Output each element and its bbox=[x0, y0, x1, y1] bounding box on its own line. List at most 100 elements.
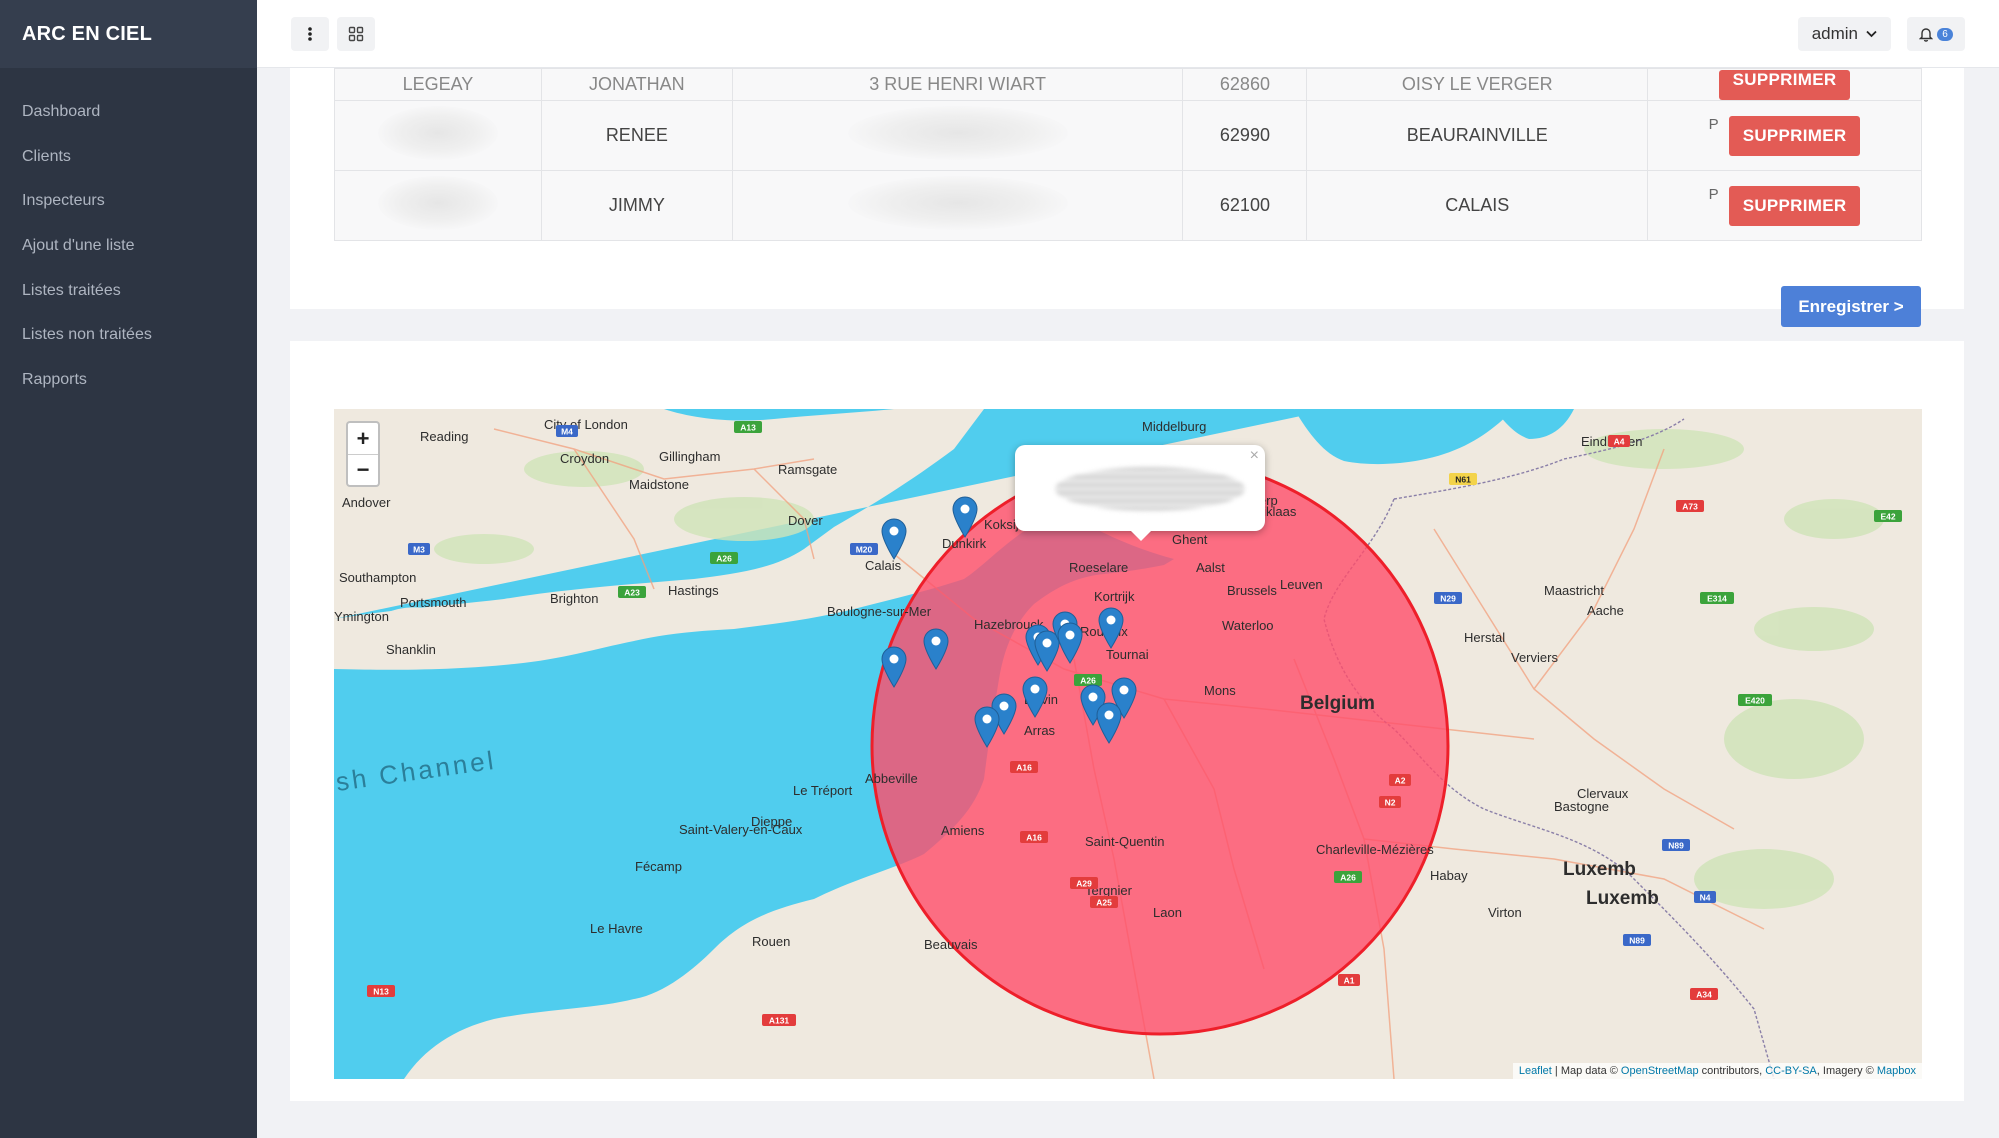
map-label: Middelburg bbox=[1142, 419, 1206, 434]
leaflet-link[interactable]: Leaflet bbox=[1519, 1065, 1552, 1077]
road-shield-label: A34 bbox=[1696, 990, 1712, 1000]
apps-grid-button[interactable] bbox=[337, 17, 375, 51]
road-shield-label: N2 bbox=[1385, 798, 1396, 808]
map-card: City of London Reading Croydon Gillingham Ma… bbox=[290, 341, 1964, 1101]
road-shield-label: N89 bbox=[1629, 936, 1645, 946]
sidebar-item-inspecteurs[interactable]: Inspecteurs bbox=[0, 179, 257, 224]
popup-close-button[interactable]: × bbox=[1250, 447, 1259, 465]
popup-tip bbox=[1129, 529, 1153, 541]
map-label: Arras bbox=[1024, 723, 1056, 738]
mapbox-link[interactable]: Mapbox bbox=[1877, 1065, 1916, 1077]
table-cell-adresse bbox=[731, 170, 1184, 241]
road-shield-label: N4 bbox=[1700, 893, 1711, 903]
more-options-button[interactable] bbox=[291, 17, 329, 51]
map-label: Dunkirk bbox=[942, 536, 987, 551]
delete-button[interactable]: SUPPRIMER bbox=[1728, 185, 1861, 226]
table-cell-ville: OISY LE VERGER bbox=[1306, 68, 1649, 101]
map-label: Ymington bbox=[334, 609, 389, 624]
road-shield-label: N89 bbox=[1668, 841, 1684, 851]
table-cell-cp: 62100 bbox=[1182, 170, 1308, 241]
road-shield-label: E42 bbox=[1880, 512, 1895, 522]
map-label: Charleville-Mézières bbox=[1316, 842, 1434, 857]
map-label: Belgium bbox=[1300, 693, 1375, 714]
map-label: Dover bbox=[788, 513, 823, 528]
sidebar-item-listes-traitees[interactable]: Listes traitées bbox=[0, 268, 257, 313]
road-shield-label: A13 bbox=[740, 423, 756, 433]
map-attribution: Leaflet | Map data © OpenStreetMap contr… bbox=[1512, 1063, 1922, 1079]
map-label: Verviers bbox=[1511, 650, 1558, 665]
map-label: Beauvais bbox=[924, 937, 978, 952]
table-cell-action: P SUPPRIMER bbox=[1647, 170, 1922, 241]
map-label: Mons bbox=[1204, 683, 1236, 698]
osm-link[interactable]: OpenStreetMap bbox=[1621, 1065, 1699, 1077]
brand-logo[interactable]: ARC EN CIEL bbox=[0, 0, 257, 68]
road-shield-label: A25 bbox=[1096, 898, 1112, 908]
map-label: Virton bbox=[1488, 905, 1522, 920]
road-shield-label: A131 bbox=[769, 1016, 790, 1026]
table-cell-cp: 62860 bbox=[1182, 68, 1308, 101]
map-label: Calais bbox=[865, 558, 902, 573]
table-cell-action: SUPPRIMER bbox=[1647, 68, 1922, 101]
map-popup: × bbox=[1015, 445, 1265, 531]
road-shield-label: A16 bbox=[1026, 833, 1042, 843]
table-cell-ville: BEAURAINVILLE bbox=[1306, 100, 1649, 171]
road-shield-label: A16 bbox=[1016, 763, 1032, 773]
delete-button[interactable]: SUPPRIMER bbox=[1718, 70, 1851, 100]
map-label: Boulogne-sur-Mer bbox=[827, 604, 932, 619]
map-label: Amiens bbox=[941, 823, 985, 838]
map-label: Leuven bbox=[1280, 577, 1323, 592]
map-label: Croydon bbox=[560, 451, 609, 466]
map-label: Saint-Valery-en-Caux bbox=[679, 822, 803, 837]
sidebar-nav: Dashboard Clients Inspecteurs Ajout d'un… bbox=[0, 90, 257, 402]
user-menu-button[interactable]: admin bbox=[1797, 17, 1891, 51]
map[interactable]: City of London Reading Croydon Gillingham Ma… bbox=[334, 409, 1922, 1079]
delete-button[interactable]: SUPPRIMER bbox=[1728, 115, 1861, 156]
table-cell-prenom: RENEE bbox=[540, 100, 733, 171]
table-cell-nom bbox=[334, 170, 542, 241]
map-label: Aalst bbox=[1196, 560, 1225, 575]
redacted-text bbox=[1055, 467, 1245, 511]
road-shield-label: A26 bbox=[1080, 676, 1096, 686]
map-label: Portsmouth bbox=[400, 595, 466, 610]
sidebar-item-clients[interactable]: Clients bbox=[0, 135, 257, 180]
grid-icon bbox=[348, 26, 364, 42]
map-label: Roeselare bbox=[1069, 560, 1128, 575]
table-cell-action: P SUPPRIMER bbox=[1647, 100, 1922, 171]
road-shield-label: M4 bbox=[561, 427, 573, 437]
zoom-in-button[interactable]: + bbox=[348, 423, 378, 454]
road-shield-label: M3 bbox=[413, 545, 425, 555]
status-flag: P bbox=[1708, 185, 1719, 203]
table-cell-prenom: JONATHAN bbox=[540, 68, 733, 101]
license-link[interactable]: CC-BY-SA bbox=[1765, 1065, 1817, 1077]
sidebar: ARC EN CIEL Dashboard Clients Inspecteur… bbox=[0, 0, 257, 1138]
road-shield-label: A23 bbox=[624, 588, 640, 598]
map-label: Hastings bbox=[668, 583, 719, 598]
sidebar-item-rapports[interactable]: Rapports bbox=[0, 358, 257, 403]
redacted-text bbox=[847, 176, 1068, 230]
zoom-out-button[interactable]: − bbox=[348, 454, 378, 485]
table-cell-prenom: JIMMY bbox=[540, 170, 733, 241]
notification-count-badge: 6 bbox=[1937, 27, 1953, 41]
redacted-text bbox=[377, 176, 498, 230]
map-label: Rouen bbox=[752, 934, 790, 949]
notifications-button[interactable]: 6 bbox=[1907, 17, 1965, 51]
table-cell-nom bbox=[334, 100, 542, 171]
sidebar-item-ajout-liste[interactable]: Ajout d'une liste bbox=[0, 224, 257, 269]
map-label: Ramsgate bbox=[778, 462, 837, 477]
road-shield-label: E314 bbox=[1707, 594, 1727, 604]
save-button[interactable]: Enregistrer > bbox=[1781, 286, 1921, 327]
table-cell-adresse: 3 RUE HENRI WIART bbox=[731, 68, 1184, 101]
road-shield-label: A26 bbox=[716, 554, 732, 564]
map-label: Ghent bbox=[1172, 532, 1208, 547]
table-row: RENEE 62990 BEAURAINVILLE P SUPPRIMER bbox=[334, 100, 1922, 171]
map-label: Luxemb bbox=[1563, 859, 1636, 880]
map-label: Southampton bbox=[339, 570, 416, 585]
table-cell-cp: 62990 bbox=[1182, 100, 1308, 171]
user-name: admin bbox=[1811, 24, 1858, 43]
sidebar-item-dashboard[interactable]: Dashboard bbox=[0, 90, 257, 135]
sidebar-item-listes-non-traitees[interactable]: Listes non traitées bbox=[0, 313, 257, 358]
topbar: admin 6 bbox=[257, 0, 1999, 68]
map-label: Fécamp bbox=[635, 859, 682, 874]
redacted-text bbox=[377, 106, 498, 160]
map-label: Reading bbox=[420, 429, 468, 444]
